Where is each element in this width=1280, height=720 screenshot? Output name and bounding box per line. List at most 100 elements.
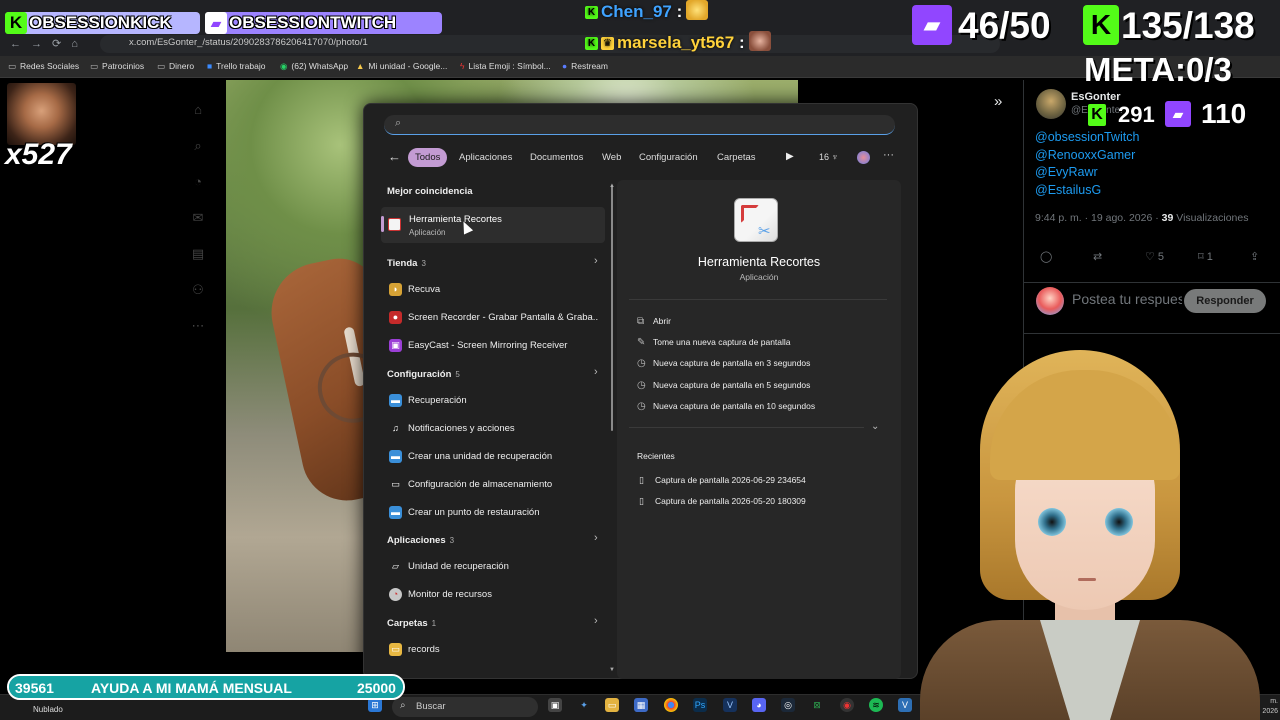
weather-label[interactable]: Nublado <box>33 705 63 714</box>
list-item[interactable]: ▬ Recuperación <box>389 390 603 412</box>
list-item[interactable]: ♫ Notificaciones y acciones <box>389 418 603 440</box>
collapse-icon[interactable]: » <box>994 93 1002 110</box>
browser-nav-icons[interactable]: ←→⟳⌂ <box>10 37 88 50</box>
vscode-icon[interactable]: V <box>898 698 912 712</box>
bookmark-item[interactable]: ▲ Mi unidad - Google... <box>356 61 447 71</box>
windows-start-icon[interactable]: ⊞ <box>368 698 382 712</box>
avatar[interactable] <box>857 151 870 164</box>
scroll-up-icon[interactable]: ▲ <box>609 183 615 189</box>
action-new-capture[interactable]: ✎ Tome una nueva captura de pantalla <box>637 337 791 348</box>
action-open[interactable]: ⧉ Abrir <box>637 316 671 327</box>
section-title: Aplicaciones <box>387 535 446 546</box>
photoshop-icon[interactable]: Ps <box>693 698 707 712</box>
back-arrow-icon[interactable]: ← <box>388 149 401 164</box>
bookmark-label: Redes Sociales <box>20 61 80 71</box>
copilot-icon[interactable]: ✦ <box>577 698 591 712</box>
share-icon[interactable]: ⇪ <box>1250 250 1259 263</box>
chevron-right-icon[interactable]: › <box>594 615 598 627</box>
chevron-down-icon[interactable]: ⌄ <box>871 421 879 432</box>
retweet-icon[interactable]: ⇄ <box>1093 250 1102 263</box>
section-header-configuracion[interactable]: Configuración 5 <box>387 369 460 380</box>
play-icon[interactable]: ▶ <box>786 151 794 162</box>
clock-date: 2026 <box>1262 708 1278 715</box>
recent-file[interactable]: ▯ Captura de pantalla 2026-06-29 234654 <box>639 475 806 486</box>
tab-web[interactable]: Web <box>595 148 628 167</box>
tab-todos[interactable]: Todos <box>408 148 448 167</box>
list-item[interactable]: ● Screen Recorder - Grabar Pantalla & Gra… <box>389 307 603 329</box>
scroll-down-icon[interactable]: ▼ <box>609 667 615 673</box>
action-capture-5s[interactable]: ◷ Nueva captura de pantalla en 5 segundos <box>637 380 810 391</box>
mention-link[interactable]: @RenooxxGamer <box>1035 148 1135 162</box>
mention-link[interactable]: @EstailusG <box>1035 183 1101 197</box>
list-item[interactable]: ▬ Crear un punto de restauración <box>389 502 603 524</box>
reply-button[interactable]: Responder <box>1184 289 1266 313</box>
tab-aplicaciones[interactable]: Aplicaciones <box>452 148 519 167</box>
twitch-brand-text: OBSESSIONTWITCH <box>229 13 397 32</box>
bookmark-item[interactable]: ▭ Redes Sociales <box>8 61 79 72</box>
file-explorer-icon[interactable]: ▭ <box>605 698 619 712</box>
action-capture-3s[interactable]: ◷ Nueva captura de pantalla en 3 segundos <box>637 358 810 369</box>
chevron-right-icon[interactable]: › <box>594 366 598 378</box>
bookmark-item[interactable]: ■ Trello trabajo <box>207 61 265 71</box>
tweet-author[interactable]: EsGonter <box>1071 91 1121 103</box>
detail-subtitle: Aplicación <box>739 272 779 282</box>
search-input[interactable] <box>384 115 895 135</box>
task-view-icon[interactable]: ▣ <box>548 698 562 712</box>
bookmark-item[interactable]: ▭ Dinero <box>157 61 194 72</box>
rewards-points[interactable]: 16 ♆ <box>819 152 838 162</box>
store-icon[interactable]: ▦ <box>634 698 648 712</box>
bookmark-label: Mi unidad - Google... <box>368 61 448 71</box>
address-text[interactable]: x.com/EsGonter_/status/20902837862064170… <box>129 37 368 48</box>
bookmark-item[interactable]: ϟ Lista Emoji : Símbol... <box>460 61 551 71</box>
recent-file-label: Captura de pantalla 2026-06-29 234654 <box>655 475 806 485</box>
section-count: 5 <box>455 370 460 379</box>
section-header-tienda[interactable]: Tienda 3 <box>387 258 426 269</box>
tab-documentos[interactable]: Documentos <box>523 148 590 167</box>
list-item[interactable]: ▣ EasyCast - Screen Mirroring Receiver <box>389 335 603 357</box>
reply-icon[interactable]: ◯ <box>1040 250 1052 263</box>
x-sidebar-icons[interactable]: ⌂ ⌕ ◔ ✉ ▤ ⚇ ⋯ <box>188 92 208 344</box>
twitch-logo-icon: ▰ <box>205 12 227 34</box>
tab-carpetas[interactable]: Carpetas <box>710 148 763 167</box>
taskbar-search-label: Buscar <box>416 701 446 712</box>
snipping-tool-icon <box>388 218 401 231</box>
list-item[interactable]: ◗ Recuva <box>389 279 603 301</box>
avatar[interactable] <box>1036 89 1066 119</box>
discord-icon[interactable]: ◕ <box>752 698 766 712</box>
kick-icon: K <box>1083 5 1119 45</box>
action-label: Tome una nueva captura de pantalla <box>653 337 791 347</box>
points-value: 16 <box>819 152 830 162</box>
scrollbar[interactable] <box>611 185 613 431</box>
best-match-item[interactable] <box>381 207 605 243</box>
action-capture-10s[interactable]: ◷ Nueva captura de pantalla en 10 segundo… <box>637 401 815 412</box>
taskbar-search[interactable] <box>392 697 538 717</box>
bookmark-item[interactable]: ◉ (62) WhatsApp <box>280 61 348 72</box>
like-icon[interactable]: ♡ 5 <box>1145 250 1164 263</box>
chevron-right-icon[interactable]: › <box>594 532 598 544</box>
mention-link[interactable]: @obsessionTwitch <box>1035 130 1139 144</box>
reply-input[interactable]: Postea tu respuesta <box>1072 292 1182 318</box>
spotify-icon[interactable]: ≋ <box>869 698 883 712</box>
list-item[interactable]: ▭ records <box>389 639 603 661</box>
chrome-icon[interactable] <box>664 698 678 712</box>
vegas-icon[interactable]: V <box>723 698 737 712</box>
bookmark-item[interactable]: ● Restream <box>562 61 608 71</box>
best-match-title: Herramienta Recortes <box>409 214 502 225</box>
obs-icon[interactable]: ◉ <box>840 698 854 712</box>
mention-link[interactable]: @EvyRawr <box>1035 165 1098 179</box>
tab-configuracion[interactable]: Configuración <box>632 148 705 167</box>
excel-icon[interactable]: ⊠ <box>810 698 824 712</box>
list-item[interactable]: ▬ Crear una unidad de recuperación <box>389 446 603 468</box>
list-item[interactable]: ▱ Unidad de recuperación <box>389 556 603 578</box>
bookmark-icon[interactable]: ⌑ 1 <box>1198 250 1213 263</box>
steam-icon[interactable]: ◎ <box>781 698 795 712</box>
more-icon[interactable]: ··· <box>883 149 894 161</box>
bookmark-item[interactable]: ▭ Patrocinios <box>90 61 144 72</box>
list-item[interactable]: ▭ Configuración de almacenamiento <box>389 474 603 496</box>
recent-file[interactable]: ▯ Captura de pantalla 2026-05-20 180309 <box>639 496 806 507</box>
section-header-carpetas[interactable]: Carpetas 1 <box>387 618 436 629</box>
chevron-right-icon[interactable]: › <box>594 255 598 267</box>
screen-recorder-icon: ● <box>389 311 402 324</box>
section-header-aplicaciones[interactable]: Aplicaciones 3 <box>387 535 454 546</box>
list-item[interactable]: ◔ Monitor de recursos <box>389 584 603 606</box>
